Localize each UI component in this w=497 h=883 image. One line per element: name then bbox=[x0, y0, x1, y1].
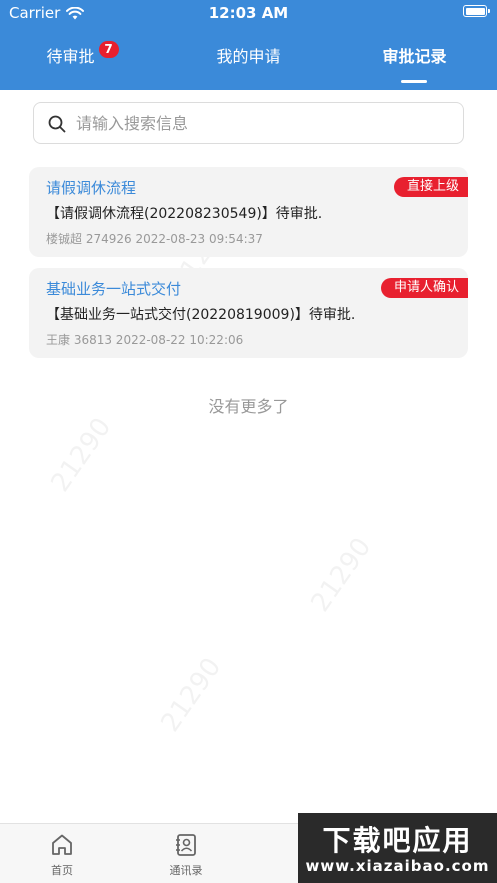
nav-home[interactable]: 首页 bbox=[22, 832, 102, 878]
watermark-url: www.xiazaibao.com bbox=[305, 857, 490, 875]
search-input[interactable] bbox=[76, 103, 446, 143]
home-icon bbox=[52, 834, 72, 855]
nav-label: 首页 bbox=[51, 864, 73, 877]
status-time: 12:03 AM bbox=[208, 4, 289, 22]
tab-pending-approval[interactable]: 待审批 7 bbox=[0, 40, 165, 90]
pending-count-badge: 7 bbox=[98, 41, 119, 58]
approval-record-card[interactable]: 基础业务一站式交付 申请人确认 【基础业务一站式交付(20220819009)】… bbox=[29, 268, 468, 358]
record-description: 【请假调休流程(202208230549)】待审批. bbox=[46, 206, 323, 222]
status-bar: Carrier 12:03 AM bbox=[0, 0, 497, 26]
record-description: 【基础业务一站式交付(20220819009)】待审批. bbox=[46, 307, 356, 323]
record-meta: 王康 36813 2022-08-22 10:22:06 bbox=[46, 333, 244, 347]
record-meta: 楼铖超 274926 2022-08-23 09:54:37 bbox=[46, 232, 263, 246]
active-tab-indicator bbox=[401, 80, 427, 83]
contacts-icon bbox=[176, 834, 196, 856]
site-watermark-logo: 下载吧应用 www.xiazaibao.com bbox=[298, 813, 497, 883]
watermark-brand: 下载吧应用 bbox=[322, 824, 473, 857]
watermark-number: 21290 bbox=[155, 652, 228, 738]
battery-icon bbox=[463, 5, 490, 17]
record-title: 请假调休流程 bbox=[46, 179, 137, 197]
tab-bar: 待审批 7 我的申请 审批记录 bbox=[0, 40, 497, 90]
search-box bbox=[33, 102, 464, 144]
record-title: 基础业务一站式交付 bbox=[46, 280, 182, 298]
nav-label: 通讯录 bbox=[169, 864, 203, 877]
app-header: Carrier 12:03 AM 待审批 7 我的申请 审批记录 bbox=[0, 0, 497, 90]
tab-my-applications[interactable]: 我的申请 bbox=[166, 40, 331, 90]
record-status-tag: 申请人确认 bbox=[380, 278, 468, 298]
nav-contacts[interactable]: 通讯录 bbox=[146, 832, 226, 878]
tab-label: 我的申请 bbox=[216, 47, 281, 66]
watermark-number: 21290 bbox=[45, 412, 118, 498]
list-end-text: 没有更多了 bbox=[208, 397, 289, 416]
tab-approval-records[interactable]: 审批记录 bbox=[332, 40, 497, 90]
approval-record-card[interactable]: 请假调休流程 直接上级 【请假调休流程(202208230549)】待审批. 楼… bbox=[29, 167, 468, 257]
tab-label: 待审批 bbox=[46, 47, 95, 66]
watermark-number: 21290 bbox=[305, 532, 378, 618]
tab-label: 审批记录 bbox=[382, 47, 447, 66]
search-icon bbox=[48, 115, 66, 133]
record-status-tag: 直接上级 bbox=[393, 177, 468, 197]
